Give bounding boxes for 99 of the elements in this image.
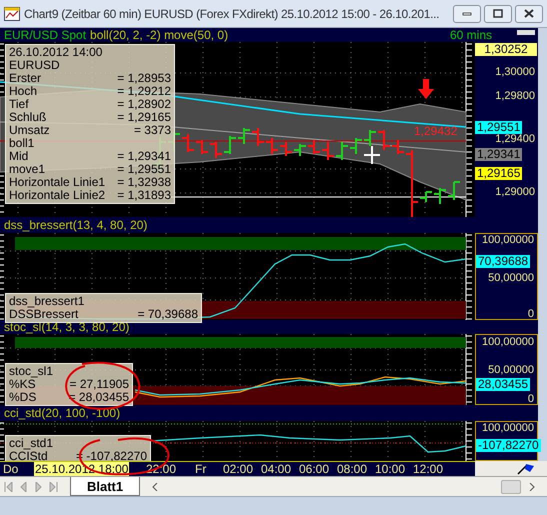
minimize-icon: [462, 12, 472, 16]
first-icon: [4, 482, 13, 492]
legend-label: 26.10.2012 14:00: [9, 46, 102, 59]
axis-label: 100,00000: [482, 235, 534, 246]
price-bar: [293, 143, 307, 157]
legend-label: %KS: [9, 378, 36, 391]
close-icon: [524, 9, 534, 18]
legend-label: Erster: [9, 72, 42, 85]
panel-title: stoc_sl(14, 3, 3, 80, 20): [4, 321, 130, 333]
legend-label: Mid: [9, 150, 28, 163]
legend-label: Hoch: [9, 85, 38, 98]
legend-label: CCIStd: [9, 450, 48, 463]
legend-value: = 3373: [134, 124, 171, 137]
value-badge: 1,29165: [475, 167, 522, 180]
price-bar: [447, 181, 461, 201]
axis-label: 0: [528, 394, 534, 405]
time-label: 08:00: [336, 462, 368, 476]
down-arrow-icon: [418, 79, 434, 99]
legend-label: Schluß: [9, 111, 46, 124]
legend-label: Horizontale Linie1: [9, 176, 106, 189]
previous-icon: [19, 482, 28, 492]
legend-value: = 1,29212: [117, 85, 171, 98]
price-bar: [279, 141, 293, 157]
next-icon: [34, 482, 43, 492]
scrollbar-thumb[interactable]: [501, 480, 521, 494]
legend-label: Horizontale Linie2: [9, 189, 106, 202]
value-badge: 1,29341: [475, 148, 522, 161]
legend-label: %DS: [9, 391, 36, 404]
panel-title: EUR/USD Spot: [4, 29, 86, 41]
price-bar: [335, 141, 349, 161]
axis-label: 1,29000: [495, 187, 535, 198]
price-bar: [237, 127, 251, 145]
scroll-left-icon[interactable]: [152, 482, 158, 490]
time-label: 04:00: [260, 462, 292, 476]
legend-value: = 70,39688: [138, 308, 198, 321]
time-label: Fr: [194, 462, 208, 476]
legend-label: Tief: [9, 98, 29, 111]
legend-value: = 1,28953: [117, 72, 171, 85]
time-label: 02:00: [222, 462, 254, 476]
time-label: Do: [2, 462, 20, 476]
axis-label: 1,29800: [495, 91, 535, 102]
price-bar: [307, 139, 321, 155]
panel-title: dss_bressert(13, 4, 80, 20): [4, 219, 148, 231]
value-badge: -107,82270: [476, 439, 541, 452]
price-bar: [251, 127, 265, 147]
panel-title: boll(20, 2, -2) move(50, 0): [90, 29, 228, 41]
legend-label: DSSBressert: [9, 308, 78, 321]
crosshair-icon: [363, 145, 381, 165]
time-label: 06:00: [298, 462, 330, 476]
axis-label: 50,00000: [488, 273, 534, 284]
legend-value: = 27,11905: [69, 378, 129, 391]
legend-value: = 1,29341: [117, 150, 171, 163]
legend-label: move1: [9, 163, 46, 176]
legend-value: = 1,32938: [117, 176, 171, 189]
axis-label: 1,30000: [495, 67, 535, 78]
legend-label: boll1: [9, 137, 34, 150]
axis-label: 50,00000: [488, 365, 534, 376]
axis-label: 100,00000: [482, 337, 534, 348]
scroll-right-icon[interactable]: [529, 482, 535, 490]
price-bar: [363, 129, 377, 147]
close-button[interactable]: [515, 4, 543, 22]
legend-label: stoc_sl1: [9, 365, 54, 378]
sheet-tab[interactable]: Blatt1: [70, 477, 140, 496]
axis-label: 1,29400: [495, 134, 535, 145]
legend-label: dss_bressert1: [9, 295, 84, 308]
chart-app-icon: [4, 6, 20, 20]
legend-value: = 1,31893: [117, 189, 171, 202]
price-bar: [321, 141, 335, 161]
panel-title: cci_std(20, 100, -100): [4, 407, 120, 419]
legend-value: = 1,29165: [117, 111, 171, 124]
value-badge: 1,30252: [475, 43, 537, 56]
legend-label: Umsatz: [9, 124, 50, 137]
legend-value: = 1,28902: [117, 98, 171, 111]
price-label: 1,29432: [414, 125, 458, 137]
maximize-icon: [493, 9, 503, 18]
flag-icon[interactable]: [517, 462, 535, 474]
legend-label: cci_std1: [9, 437, 54, 450]
panel-handle[interactable]: [517, 30, 535, 35]
value-badge: 1,29551: [475, 121, 522, 134]
price-bar: [223, 135, 237, 155]
legend-value: = 1,29551: [117, 163, 171, 176]
last-icon: [49, 482, 58, 492]
price-bar: [209, 141, 223, 159]
value-badge: 70,39688: [476, 255, 530, 268]
price-bar: [265, 137, 279, 155]
interval-label: 60 mins: [450, 29, 492, 41]
time-label: 12:00: [412, 462, 444, 476]
minimize-button[interactable]: [453, 4, 481, 22]
maximize-button[interactable]: [484, 4, 512, 22]
window-title: Chart9 (Zeitbar 60 min) EURUSD (Forex FXdirekt) 25.10.2012 15:00 - 26.10.201...: [24, 6, 440, 22]
price-bar: [349, 137, 363, 155]
axis-label: 100,00000: [482, 423, 534, 434]
value-badge: 28,03455: [476, 378, 530, 391]
price-bar: [377, 129, 391, 151]
time-label: 10:00: [374, 462, 406, 476]
legend-label: EURUSD: [9, 59, 60, 72]
price-bar: [195, 139, 209, 155]
axis-label: 0: [528, 309, 534, 320]
price-bar: [181, 133, 195, 153]
